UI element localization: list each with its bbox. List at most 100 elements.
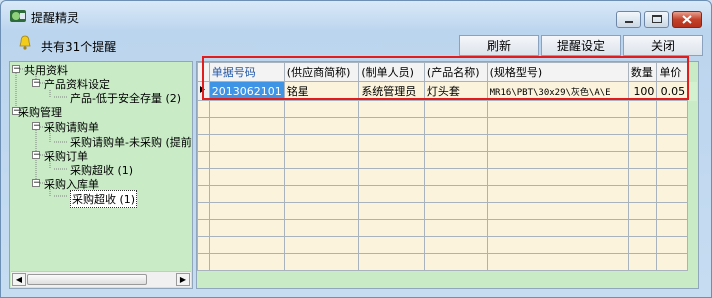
reminder-grid: 单据号码 (供应商简称) (制单人员) (产品名称) (规格型号) 数量 单价 … xyxy=(196,61,699,289)
empty-cell xyxy=(283,168,360,186)
close-icon xyxy=(682,15,692,24)
minimize-icon xyxy=(625,21,633,23)
reminder-tree[interactable]: − 共用资料 − 产品资料设定 产品-低于安全存量 (2) − 采购管理 − 采… xyxy=(9,61,193,289)
empty-cell xyxy=(208,202,285,220)
column-header-supplier[interactable]: (供应商简称) xyxy=(283,62,360,82)
empty-rows xyxy=(197,100,698,271)
empty-cell xyxy=(656,202,689,220)
empty-row xyxy=(197,151,698,169)
empty-row xyxy=(197,134,698,152)
cell-spec[interactable]: MR16\PBT\30x29\灰色\A\E xyxy=(486,81,629,101)
empty-cell xyxy=(627,117,658,135)
cell-creator[interactable]: 系统管理员 xyxy=(358,81,425,101)
empty-row xyxy=(197,185,698,203)
empty-cell xyxy=(627,236,658,254)
empty-cell xyxy=(687,236,698,254)
empty-cell xyxy=(656,168,689,186)
empty-cell xyxy=(656,219,689,237)
empty-cell xyxy=(627,168,658,186)
empty-cell xyxy=(687,219,698,237)
empty-cell xyxy=(208,253,285,271)
collapse-icon[interactable]: − xyxy=(32,151,41,160)
collapse-icon[interactable]: − xyxy=(32,179,41,188)
empty-cell xyxy=(656,151,689,169)
empty-cell xyxy=(208,151,285,169)
empty-cell xyxy=(358,253,425,271)
empty-cell xyxy=(627,151,658,169)
empty-cell xyxy=(283,134,360,152)
scroll-thumb[interactable] xyxy=(27,274,147,285)
empty-cell xyxy=(423,253,488,271)
cell-product-name[interactable]: 灯头套 xyxy=(423,81,488,101)
row-header-corner xyxy=(197,62,210,82)
scroll-left-icon[interactable]: ◀ xyxy=(12,273,26,286)
refresh-button[interactable]: 刷新 xyxy=(459,35,539,56)
empty-cell xyxy=(358,202,425,220)
empty-cell xyxy=(627,134,658,152)
tree-node-inbound-overrun[interactable]: 采购超收 (1) xyxy=(70,190,138,208)
column-header-product-name[interactable]: (产品名称) xyxy=(423,62,488,82)
tree-node-below-safety-stock[interactable]: 产品-低于安全存量 (2) xyxy=(70,90,181,106)
empty-cell xyxy=(358,168,425,186)
window-title: 提醒精灵 xyxy=(31,11,80,25)
empty-cell xyxy=(197,134,210,152)
empty-cell xyxy=(358,236,425,254)
cell-quantity[interactable]: 100 xyxy=(627,81,658,101)
empty-cell xyxy=(197,117,210,135)
empty-cell xyxy=(208,117,285,135)
scroll-right-icon[interactable]: ▶ xyxy=(176,273,190,286)
empty-cell xyxy=(197,219,210,237)
empty-cell xyxy=(197,168,210,186)
column-header-doc-no[interactable]: 单据号码 xyxy=(208,62,285,82)
empty-cell xyxy=(358,185,425,203)
reminder-settings-button[interactable]: 提醒设定 xyxy=(541,35,621,56)
empty-cell xyxy=(486,202,629,220)
collapse-icon[interactable]: − xyxy=(12,65,21,74)
close-window-button[interactable] xyxy=(672,11,702,28)
empty-cell xyxy=(687,185,698,203)
empty-cell xyxy=(283,202,360,220)
current-row-indicator-icon xyxy=(200,86,205,93)
header-filler xyxy=(687,62,698,82)
empty-cell xyxy=(687,117,698,135)
empty-cell xyxy=(423,100,488,118)
empty-cell xyxy=(208,168,285,186)
minimize-button[interactable] xyxy=(616,11,641,28)
cell-unit-price[interactable]: 0.05 xyxy=(656,81,689,101)
empty-cell xyxy=(423,236,488,254)
empty-cell xyxy=(687,202,698,220)
empty-row xyxy=(197,219,698,237)
empty-cell xyxy=(423,185,488,203)
empty-cell xyxy=(486,185,629,203)
collapse-icon[interactable]: − xyxy=(32,79,41,88)
title-bar: 提醒精灵 xyxy=(1,1,711,31)
close-button[interactable]: 关闭 xyxy=(623,35,703,56)
row-selector[interactable] xyxy=(197,81,210,101)
collapse-icon[interactable]: − xyxy=(32,122,41,131)
column-header-creator[interactable]: (制单人员) xyxy=(358,62,425,82)
reminder-count: 共有31个提醒 xyxy=(41,40,117,54)
empty-cell xyxy=(486,168,629,186)
table-row[interactable]: 2013062101 铭星 系统管理员 灯头套 MR16\PBT\30x29\灰… xyxy=(197,81,698,101)
empty-cell xyxy=(423,117,488,135)
empty-cell xyxy=(197,185,210,203)
empty-cell xyxy=(423,168,488,186)
empty-cell xyxy=(656,236,689,254)
empty-cell xyxy=(687,134,698,152)
empty-cell xyxy=(208,185,285,203)
tree-node-purchase-management[interactable]: 采购管理 xyxy=(18,104,62,120)
empty-cell xyxy=(656,253,689,271)
column-header-unit-price[interactable]: 单价 xyxy=(656,62,689,82)
tree-horizontal-scrollbar[interactable]: ◀ ▶ xyxy=(11,271,191,287)
column-header-spec[interactable]: (规格型号) xyxy=(486,62,629,82)
empty-cell xyxy=(486,219,629,237)
empty-cell xyxy=(358,134,425,152)
cell-doc-no[interactable]: 2013062101 xyxy=(208,81,285,101)
empty-cell xyxy=(197,202,210,220)
cell-supplier[interactable]: 铭星 xyxy=(283,81,360,101)
tree-node-purchase-request[interactable]: 采购请购单 xyxy=(44,119,99,135)
tree-node-request-unpurchased[interactable]: 采购请购单-未采购 (提前 xyxy=(70,134,192,150)
row-filler xyxy=(687,81,698,101)
maximize-button[interactable] xyxy=(644,11,669,28)
column-header-quantity[interactable]: 数量 xyxy=(627,62,658,82)
